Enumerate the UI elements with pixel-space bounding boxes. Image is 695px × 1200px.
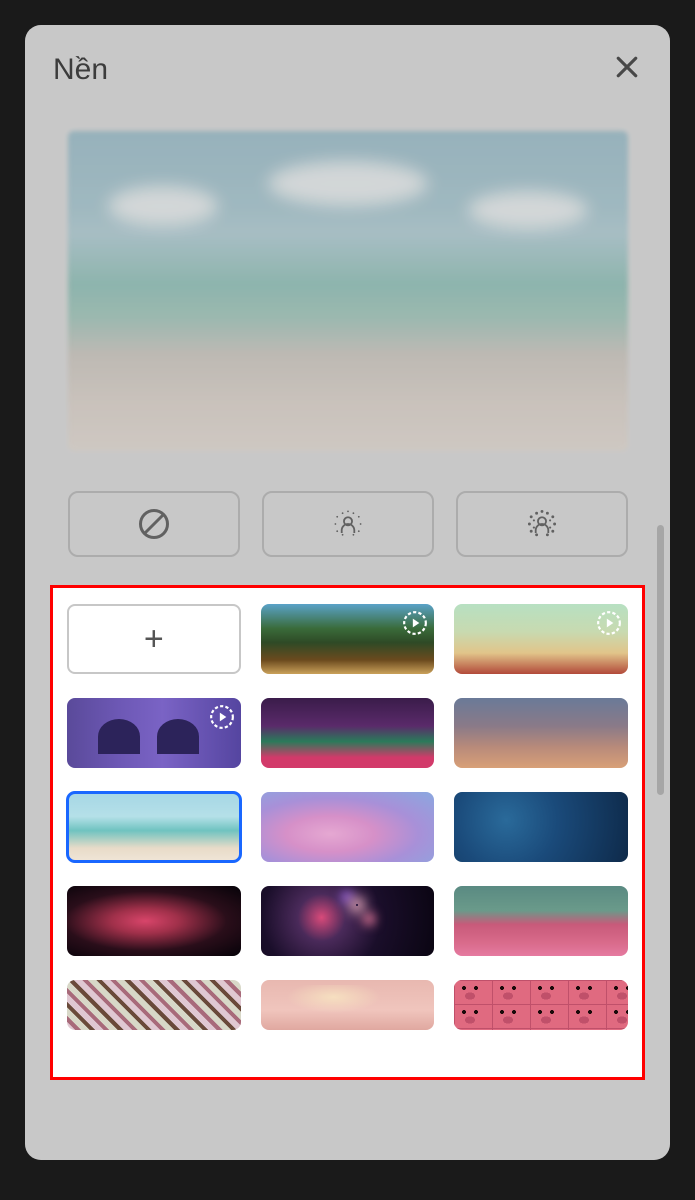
blur-light-icon (330, 506, 366, 542)
background-tile-carnival[interactable] (261, 698, 435, 768)
blur-light-button[interactable] (262, 491, 434, 557)
background-tile-pink-soft[interactable] (261, 980, 435, 1030)
effect-options-row (68, 491, 628, 557)
background-tile-flowers[interactable] (454, 886, 628, 956)
blur-strong-icon (524, 506, 560, 542)
cloud-decoration (108, 186, 218, 226)
background-preview (68, 131, 628, 451)
video-badge-icon (209, 704, 235, 730)
background-tile-blossoms[interactable] (67, 980, 241, 1030)
background-tile-water[interactable] (454, 792, 628, 862)
plus-icon: + (144, 620, 164, 659)
background-tile-classroom[interactable] (454, 604, 628, 674)
background-tile-forest[interactable] (261, 604, 435, 674)
background-tile-sunset[interactable] (454, 698, 628, 768)
scrollbar[interactable] (657, 525, 664, 795)
no-effect-button[interactable] (68, 491, 240, 557)
background-tile-pink-clouds[interactable] (261, 792, 435, 862)
add-background-button[interactable]: + (67, 604, 241, 674)
backgrounds-grid: + (67, 604, 628, 1030)
blur-strong-button[interactable] (456, 491, 628, 557)
no-effect-icon (136, 506, 172, 542)
close-icon (612, 52, 642, 82)
cloud-decoration (268, 161, 428, 206)
background-tile-pigs[interactable] (454, 980, 628, 1030)
background-tile-nebula[interactable] (67, 886, 241, 956)
close-button[interactable] (612, 52, 642, 88)
background-tile-beach[interactable] (67, 792, 241, 862)
backgrounds-grid-highlight: + (50, 585, 645, 1080)
cloud-decoration (468, 191, 588, 229)
video-badge-icon (402, 610, 428, 636)
background-tile-fireworks[interactable] (261, 886, 435, 956)
video-badge-icon (596, 610, 622, 636)
background-tile-purple-room[interactable] (67, 698, 241, 768)
panel-header: Nền (47, 45, 648, 105)
panel-title: Nền (53, 53, 108, 87)
